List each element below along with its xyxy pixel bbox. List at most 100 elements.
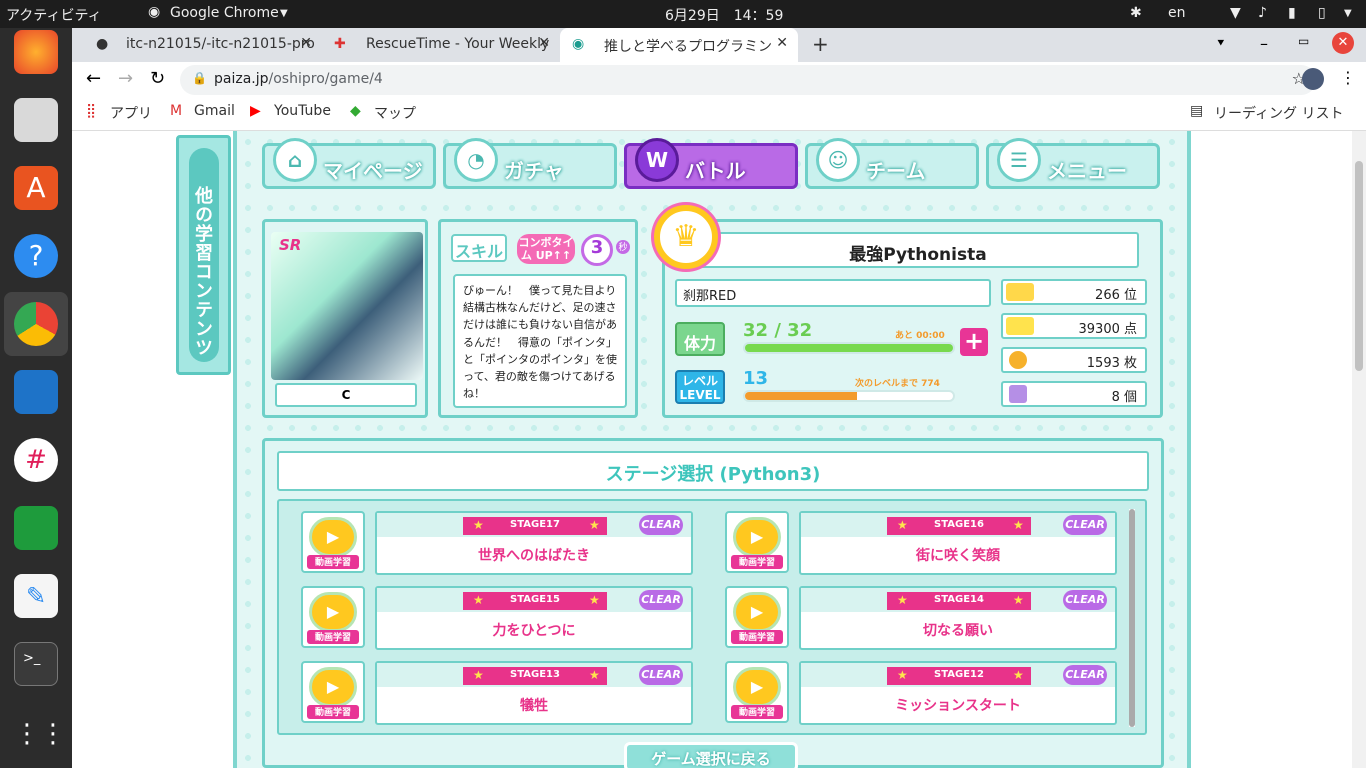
new-tab-button[interactable]: +	[812, 32, 829, 56]
character-image	[271, 232, 423, 380]
maps-icon: ◆	[350, 103, 361, 119]
clock[interactable]: 6月29日 14：59	[665, 5, 783, 25]
forward-icon[interactable]: →	[118, 68, 133, 89]
nav-mypage[interactable]: ⌂ マイページ	[262, 138, 436, 189]
nav-label: メニュー	[1047, 159, 1127, 183]
minimize-button[interactable]: –	[1260, 34, 1268, 53]
reload-icon[interactable]: ↻	[150, 68, 165, 89]
crown-icon	[1006, 283, 1034, 301]
browser-window: ● itc-n21015/-itc-n21015-pro ✕ ✚ RescueT…	[72, 28, 1366, 131]
stage-list-scrollbar[interactable]	[1129, 509, 1135, 727]
window-close-button[interactable]: ✕	[1332, 32, 1354, 54]
star-icon: ★	[589, 518, 600, 532]
page-scroll-thumb[interactable]	[1355, 161, 1363, 371]
hp-bar	[743, 342, 955, 354]
character-card[interactable]: SR C	[262, 219, 428, 418]
app-grid-icon[interactable]: ⋮⋮	[14, 712, 66, 756]
stage-item[interactable]: STAGE15 ★ ★ CLEAR 力をひとつに	[375, 586, 693, 650]
stage-item[interactable]: STAGE16 ★ ★ CLEAR 街に咲く笑顔	[799, 511, 1117, 575]
page-content: 他の学習コンテンツ ⌂ マイページ ◔ ガチャ W バトル ☺ チーム ☰ メニュー SR…	[72, 131, 1366, 768]
accessibility-icon[interactable]: ✱	[1130, 5, 1142, 21]
address-bar[interactable]: 🔒 paiza.jp/oshipro/game/4 ☆	[180, 65, 1316, 95]
nav-label: チーム	[866, 159, 926, 183]
video-lesson-button[interactable]: ▶ 動画学習	[301, 661, 365, 723]
stage-name: 街に咲く笑顔	[916, 548, 1000, 564]
score-row: 39300 点	[1001, 313, 1147, 339]
team-icon: ☺	[816, 138, 860, 182]
stage-number: STAGE14	[887, 592, 1031, 610]
nav-label: マイページ	[323, 159, 423, 183]
back-to-game-select-button[interactable]: ゲーム選択に戻る	[624, 742, 798, 768]
spreadsheet-icon[interactable]	[14, 506, 58, 550]
more-menu-icon[interactable]: ⋮	[1340, 68, 1356, 87]
bookmark-youtube[interactable]: YouTube	[274, 103, 331, 119]
video-lesson-button[interactable]: ▶ 動画学習	[301, 511, 365, 573]
monitor-icon[interactable]	[14, 370, 58, 414]
add-hp-button[interactable]: +	[960, 328, 988, 356]
play-icon: ▶	[309, 592, 357, 632]
rank-row: 266 位	[1001, 279, 1147, 305]
play-icon: ▶	[733, 592, 781, 632]
maximize-button[interactable]: ▭	[1298, 34, 1309, 48]
other-content-tab[interactable]: 他の学習コンテンツ	[176, 135, 231, 375]
stage-item[interactable]: STAGE12 ★ ★ CLEAR ミッションスタート	[799, 661, 1117, 725]
page-scrollbar[interactable]	[1352, 131, 1366, 768]
next-level-note: 次のレベルまで 774	[855, 379, 940, 389]
home-icon: ⌂	[273, 138, 317, 182]
stage-number: STAGE16	[887, 517, 1031, 535]
text-editor-icon[interactable]: ✎	[14, 574, 58, 618]
skill-count: 3	[581, 234, 613, 266]
firefox-icon[interactable]	[14, 30, 58, 74]
video-lesson-button[interactable]: ▶ 動画学習	[725, 586, 789, 648]
bookmark-gmail[interactable]: Gmail	[194, 103, 235, 119]
video-lesson-button[interactable]: ▶ 動画学習	[725, 661, 789, 723]
close-icon[interactable]: ✕	[300, 35, 312, 51]
close-icon[interactable]: ✕	[776, 35, 788, 51]
level-label: レベル LEVEL	[675, 370, 725, 404]
bookmark-maps[interactable]: マップ	[374, 103, 416, 123]
tab-paiza[interactable]: ◉ 推しと学べるプログラミン ✕	[560, 28, 798, 62]
chrome-icon[interactable]	[14, 302, 58, 346]
star-icon: ★	[1013, 518, 1024, 532]
nav-team[interactable]: ☺ チーム	[805, 138, 979, 189]
reading-list-icon: ▤	[1190, 103, 1204, 119]
video-label: 動画学習	[307, 705, 359, 719]
volume-icon: ♪	[1258, 5, 1267, 21]
stage-item[interactable]: STAGE14 ★ ★ CLEAR 切なる願い	[799, 586, 1117, 650]
avatar[interactable]	[1302, 68, 1324, 90]
clear-badge: CLEAR	[1063, 515, 1107, 535]
help-icon[interactable]: ?	[14, 234, 58, 278]
back-icon[interactable]: ←	[86, 68, 101, 89]
bookmark-apps[interactable]: アプリ	[110, 103, 152, 123]
activities-button[interactable]: アクティビティ	[6, 5, 102, 25]
close-icon[interactable]: ✕	[538, 35, 550, 51]
coins-row: 1593 枚	[1001, 347, 1147, 373]
files-icon[interactable]	[14, 98, 58, 142]
nav-battle[interactable]: W バトル	[624, 138, 798, 189]
stage-item[interactable]: STAGE13 ★ ★ CLEAR 犠牲	[375, 661, 693, 725]
video-label: 動画学習	[307, 630, 359, 644]
nav-menu[interactable]: ☰ メニュー	[986, 138, 1160, 189]
terminal-icon[interactable]: >_	[14, 642, 58, 686]
app-menu[interactable]: Google Chrome	[170, 5, 279, 21]
slack-icon[interactable]: #	[14, 438, 58, 482]
system-menu-icon[interactable]: ▼	[1344, 8, 1352, 19]
clear-badge: CLEAR	[1063, 590, 1107, 610]
stage-item[interactable]: STAGE17 ★ ★ CLEAR 世界へのはばたき	[375, 511, 693, 575]
scroll-thumb[interactable]	[1129, 509, 1135, 727]
network-icon: ▼	[1230, 5, 1241, 21]
tab-search-icon[interactable]: ⯆	[1216, 36, 1226, 51]
tab-rescuetime[interactable]: ✚ RescueTime - Your Weekly ✕	[322, 28, 560, 62]
stage-list: ▶ 動画学習 STAGE17 ★ ★ CLEAR 世界へのはばたき ▶ 動画学習 STAGE…	[277, 499, 1147, 735]
language-indicator[interactable]: en	[1168, 5, 1186, 21]
rescuetime-icon: ✚	[334, 36, 346, 52]
nav-gacha[interactable]: ◔ ガチャ	[443, 138, 617, 189]
tab-github[interactable]: ● itc-n21015/-itc-n21015-pro ✕	[82, 28, 322, 62]
youtube-icon: ▶	[250, 103, 261, 119]
video-lesson-button[interactable]: ▶ 動画学習	[725, 511, 789, 573]
reading-list[interactable]: リーディング リスト	[1214, 103, 1343, 123]
stage-name: 力をひとつに	[492, 623, 576, 639]
gmail-icon: M	[170, 103, 183, 119]
software-icon[interactable]: A	[14, 166, 58, 210]
video-lesson-button[interactable]: ▶ 動画学習	[301, 586, 365, 648]
